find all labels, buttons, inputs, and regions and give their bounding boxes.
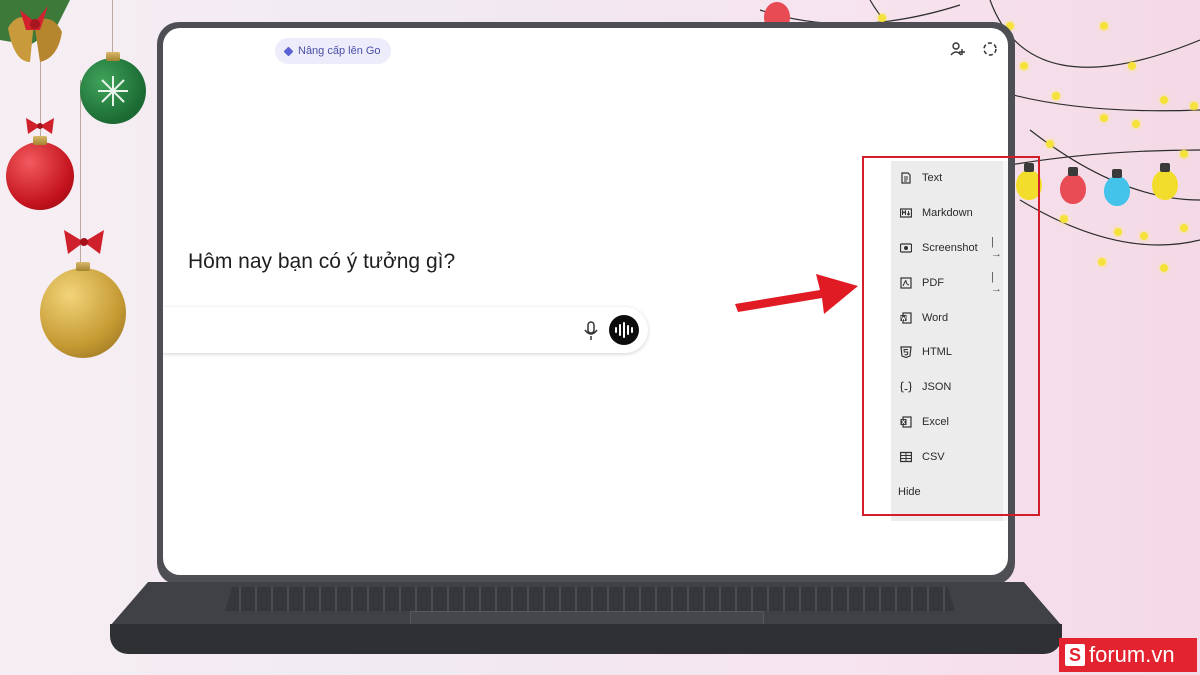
voice-mode-button[interactable]	[609, 315, 639, 345]
sforum-logo-text: forum.vn	[1089, 642, 1175, 667]
sforum-logo: S forum.vn	[1059, 638, 1197, 672]
laptop-keyboard	[225, 587, 955, 611]
greeting-heading: Hôm nay bạn có ý tưởng gì?	[188, 250, 456, 273]
temporary-chat-icon[interactable]	[981, 40, 999, 58]
upgrade-button-label: Nâng cấp lên Go	[298, 45, 381, 57]
microphone-icon[interactable]	[583, 321, 599, 341]
diamond-icon	[283, 46, 294, 56]
sforum-logo-letter: S	[1065, 644, 1085, 666]
ribbon-bow-icon	[64, 230, 104, 254]
bell-bow-icon	[0, 0, 70, 63]
red-pointer-arrow	[735, 274, 858, 314]
highlight-box	[862, 156, 1040, 516]
laptop-base-front	[110, 624, 1062, 654]
gold-ornament-icon	[40, 268, 126, 358]
upgrade-button[interactable]: Nâng cấp lên Go	[275, 38, 391, 64]
prompt-input[interactable]	[163, 307, 648, 353]
snowflake-icon	[98, 76, 128, 106]
add-user-icon[interactable]	[949, 40, 967, 58]
ribbon-bow-icon	[26, 118, 54, 134]
red-ornament-icon	[6, 142, 74, 210]
